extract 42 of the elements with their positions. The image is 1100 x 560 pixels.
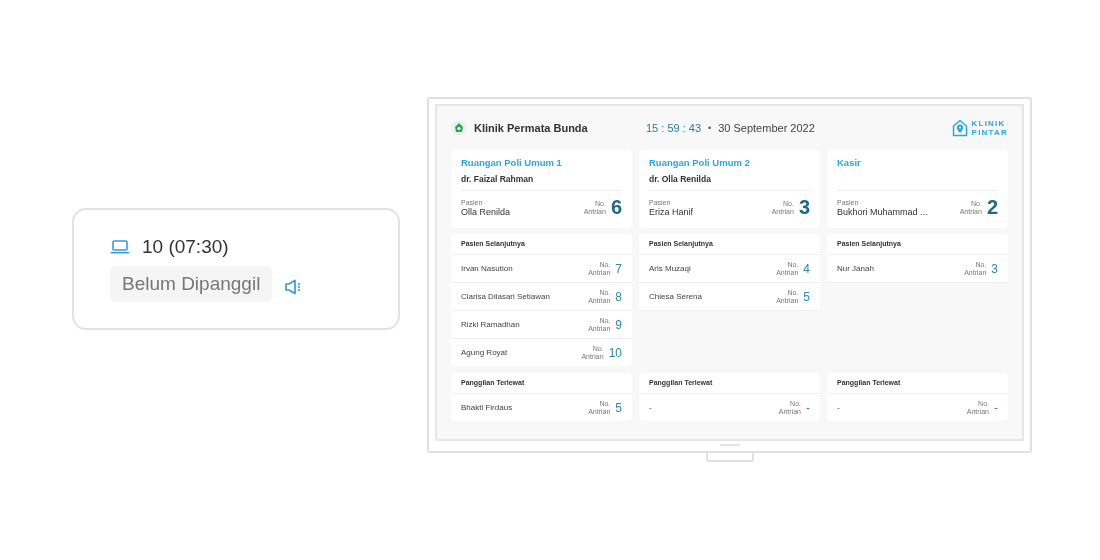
patient-name: Agung Royat: [461, 348, 509, 357]
queue-number: 5: [615, 400, 622, 415]
clinic-logo-icon: [451, 120, 467, 136]
doctor-name: dr. Olla Renilda: [649, 174, 712, 186]
current-number: 2: [986, 196, 998, 219]
patient-name: Rizki Ramadhan: [461, 320, 521, 329]
brand-name: PINTAR: [971, 128, 1008, 137]
patient-name: Nur Janah: [837, 264, 875, 273]
room-name: Kasir: [837, 157, 862, 170]
patient-name: Aris Muzaqi: [649, 264, 692, 273]
queue-number: -: [994, 400, 998, 415]
patient-name: Chiesa Serena: [649, 292, 703, 301]
clock-time: 15 : 59 : 43: [646, 122, 702, 134]
patient-name: Olla Renilda: [461, 206, 512, 217]
clinic-name: Klinik Permata Bunda: [474, 122, 589, 134]
patient-name: -: [837, 403, 841, 412]
status-label: Belum Dipanggil: [110, 266, 273, 302]
doctor-name: dr. Faizal Rahman: [461, 174, 535, 186]
queue-number: 10: [608, 345, 622, 360]
current-number: 3: [798, 196, 810, 219]
queue-number: 4: [803, 261, 810, 276]
queue-time: 10 (07:30): [142, 236, 229, 258]
separator-dot: •: [708, 123, 712, 133]
laptop-icon: [110, 240, 130, 254]
patient-name: Bukhori Muhammad ...: [837, 206, 929, 217]
current-number: 6: [610, 196, 622, 219]
queue-number: 7: [615, 261, 622, 276]
location-pin-icon: [951, 119, 968, 137]
queue-number: 8: [615, 289, 622, 304]
patient-name: Eriza Hanif: [649, 206, 694, 217]
room-name: Ruangan Poli Umum 2: [649, 157, 751, 170]
queue-number: 5: [803, 289, 810, 304]
patient-name: Irvan Nasution: [461, 264, 514, 273]
queue-number: -: [806, 400, 810, 415]
room-name: Ruangan Poli Umum 1: [461, 157, 563, 170]
date: 30 September 2022: [718, 122, 815, 134]
patient-name: Clarisa Dilasari Setiawan: [461, 292, 551, 301]
patient-name: Bhakti Firdaus: [461, 403, 514, 412]
patient-name: -: [649, 403, 653, 412]
brand-name: KLINIK: [971, 119, 1007, 128]
queue-number: 9: [615, 317, 622, 332]
queue-number: 3: [991, 261, 998, 276]
